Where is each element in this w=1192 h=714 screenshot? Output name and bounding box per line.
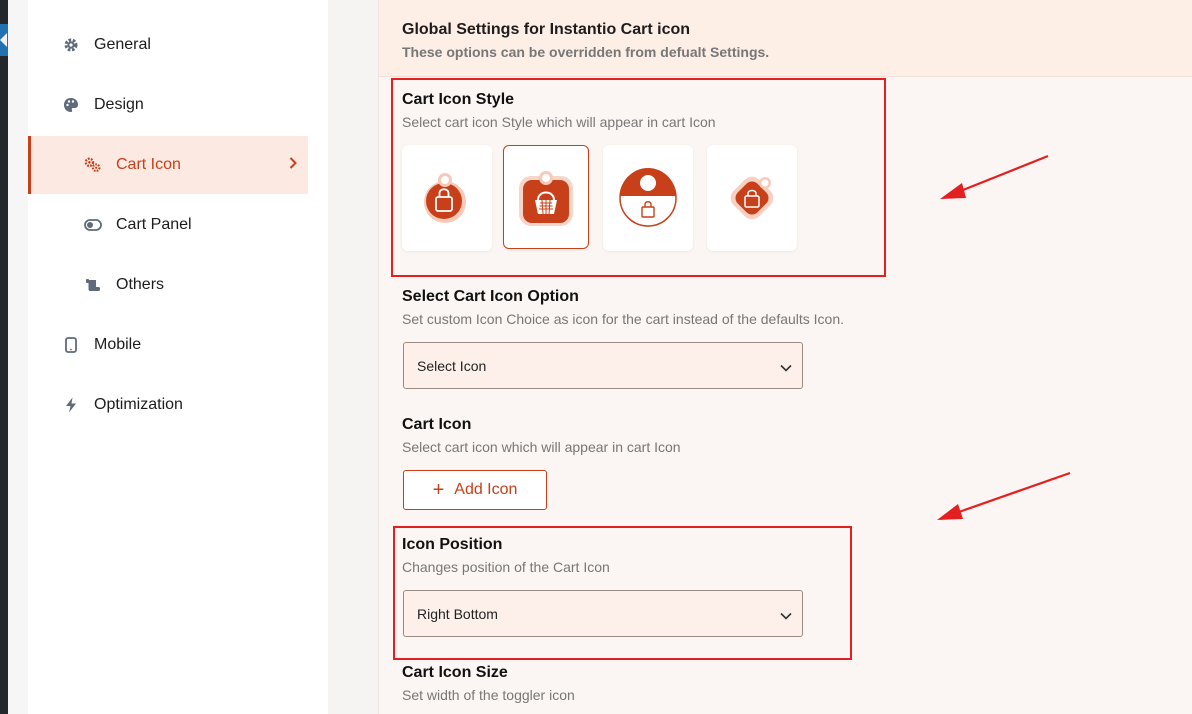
highlight-box-style bbox=[391, 78, 886, 277]
add-icon-button[interactable]: + Add Icon bbox=[403, 470, 547, 510]
sidebar-item-label: Optimization bbox=[94, 396, 183, 413]
scroll-icon bbox=[84, 276, 102, 294]
sidebar-item-others[interactable]: Others bbox=[28, 256, 308, 314]
content-gutter bbox=[328, 0, 378, 714]
sidebar-item-label: Design bbox=[94, 96, 144, 113]
sidebar-item-design[interactable]: Design bbox=[28, 76, 308, 134]
highlight-box-position bbox=[393, 526, 852, 660]
admin-bar-edge bbox=[0, 0, 8, 714]
settings-sidebar: General Design Cart Icon Cart Panel Othe… bbox=[28, 0, 328, 714]
cart-icon-option-description: Set custom Icon Choice as icon for the c… bbox=[402, 311, 845, 327]
sidebar-item-label: General bbox=[94, 36, 151, 53]
toggle-icon bbox=[84, 216, 102, 234]
gears-icon bbox=[84, 156, 102, 174]
gutter bbox=[8, 0, 28, 714]
sidebar-item-cart-panel[interactable]: Cart Panel bbox=[28, 196, 308, 254]
chevron-down-icon bbox=[779, 360, 793, 376]
settings-header: Global Settings for Instantio Cart icon … bbox=[379, 0, 1192, 77]
bolt-icon bbox=[62, 396, 80, 414]
sidebar-item-label: Others bbox=[116, 276, 165, 293]
sidebar-item-cart-icon[interactable]: Cart Icon bbox=[28, 136, 308, 194]
page-subtitle: These options can be overridden from def… bbox=[402, 44, 770, 60]
cart-icon-description: Select cart icon which will appear in ca… bbox=[402, 439, 681, 455]
cart-icon-title: Cart Icon bbox=[402, 416, 472, 433]
sidebar-item-label: Cart Panel bbox=[116, 216, 192, 233]
select-value: Select Icon bbox=[417, 357, 487, 374]
cart-icon-option-select[interactable]: Select Icon bbox=[403, 342, 803, 389]
palette-icon bbox=[62, 96, 80, 114]
sidebar-item-general[interactable]: General bbox=[28, 16, 308, 74]
gear-icon bbox=[62, 36, 80, 54]
sidebar-item-optimization[interactable]: Optimization bbox=[28, 376, 308, 434]
sidebar-item-label: Mobile bbox=[94, 336, 142, 353]
sidebar-item-label: Cart Icon bbox=[116, 156, 181, 173]
collapse-tab[interactable] bbox=[0, 24, 8, 56]
plus-icon: + bbox=[432, 479, 445, 501]
mobile-icon bbox=[62, 336, 80, 354]
cart-icon-size-title: Cart Icon Size bbox=[402, 664, 508, 681]
sidebar-item-mobile[interactable]: Mobile bbox=[28, 316, 308, 374]
cart-icon-size-description: Set width of the toggler icon bbox=[402, 687, 575, 703]
add-icon-label: Add Icon bbox=[454, 481, 518, 498]
cart-icon-option-title: Select Cart Icon Option bbox=[402, 288, 579, 305]
chevron-right-icon bbox=[288, 156, 298, 175]
page-title: Global Settings for Instantio Cart icon bbox=[402, 21, 691, 38]
